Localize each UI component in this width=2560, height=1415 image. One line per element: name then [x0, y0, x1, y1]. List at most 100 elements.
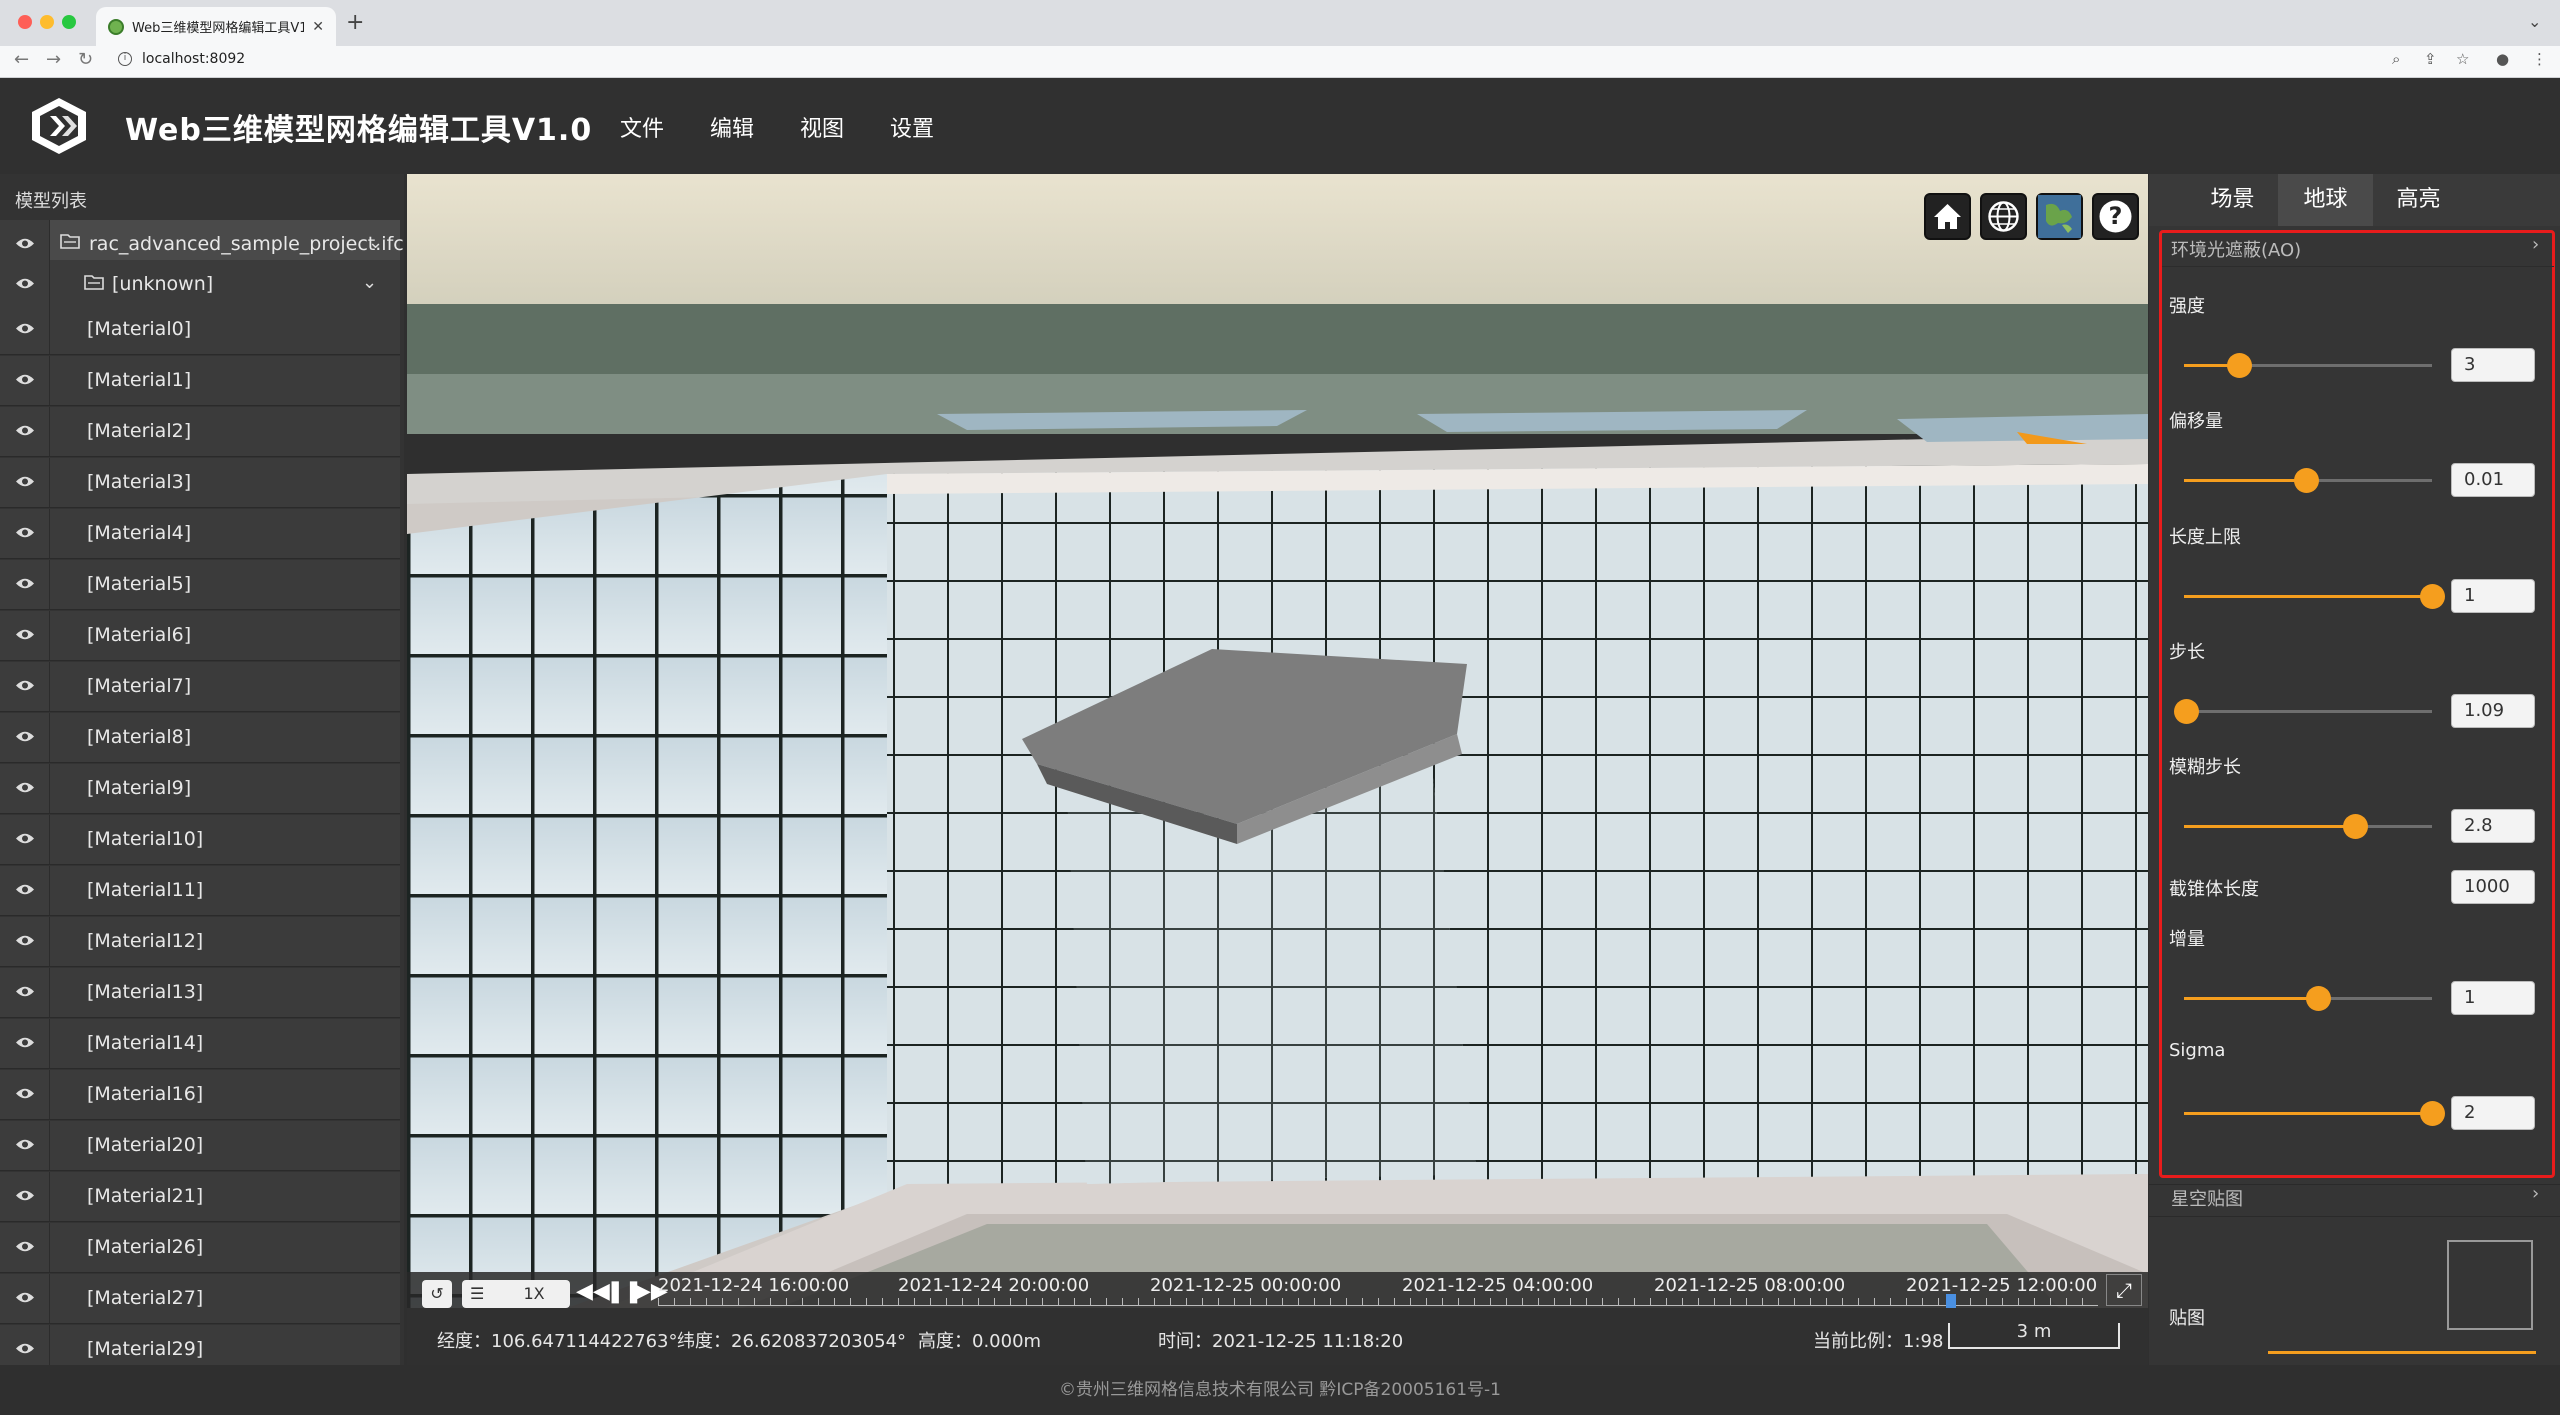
material-row[interactable]: [Material16] — [0, 1070, 400, 1120]
speed-selector[interactable]: ☰ 1X — [462, 1280, 570, 1308]
minimize-window-button[interactable] — [40, 15, 54, 29]
menu-view[interactable]: 视图 — [800, 111, 844, 143]
visibility-toggle[interactable] — [0, 458, 50, 507]
home-button[interactable] — [1924, 193, 1971, 240]
slider-track[interactable] — [2184, 468, 2432, 493]
3d-viewport[interactable] — [407, 174, 2148, 1365]
visibility-toggle[interactable] — [0, 611, 50, 660]
visibility-toggle[interactable] — [0, 407, 50, 456]
profile-icon[interactable]: ● — [2496, 50, 2509, 68]
ao-section-header[interactable]: 环境光遮蔽(AO) — [2171, 236, 2301, 262]
material-row[interactable]: [Material20] — [0, 1121, 400, 1171]
material-row[interactable]: [Material2] — [0, 407, 400, 457]
slider-handle[interactable] — [2174, 699, 2199, 724]
visibility-toggle[interactable] — [0, 764, 50, 813]
slider-value-input[interactable]: 1 — [2451, 579, 2535, 613]
material-row[interactable]: [Material21] — [0, 1172, 400, 1222]
material-row[interactable]: [Material13] — [0, 968, 400, 1018]
back-icon[interactable]: ← — [14, 49, 29, 70]
tab-scene[interactable]: 场景 — [2185, 174, 2280, 226]
visibility-toggle[interactable] — [0, 662, 50, 711]
basemap-button[interactable] — [2036, 193, 2083, 240]
material-row[interactable]: [Material0] — [0, 305, 400, 355]
url-field[interactable]: i localhost:8092 — [118, 51, 245, 67]
material-row[interactable]: [Material4] — [0, 509, 400, 559]
visibility-toggle[interactable] — [0, 815, 50, 864]
visibility-toggle[interactable] — [0, 356, 50, 405]
visibility-toggle[interactable] — [0, 917, 50, 966]
slider-handle[interactable] — [2294, 468, 2319, 493]
visibility-toggle[interactable] — [0, 1172, 50, 1221]
visibility-toggle[interactable] — [0, 1121, 50, 1170]
material-row[interactable]: [Material5] — [0, 560, 400, 610]
bookmark-star-icon[interactable]: ☆ — [2456, 50, 2469, 68]
chevron-right-icon[interactable]: › — [2532, 234, 2539, 255]
slider-track[interactable] — [2184, 1101, 2445, 1126]
slider-value-input[interactable]: 1.09 — [2451, 694, 2535, 728]
slider-track[interactable] — [2184, 353, 2432, 378]
slider-value-input[interactable]: 3 — [2451, 348, 2535, 382]
slider-value-input[interactable]: 2.8 — [2451, 809, 2535, 843]
visibility-toggle[interactable] — [0, 1019, 50, 1068]
skybox-section-header[interactable]: 星空贴图 — [2171, 1185, 2243, 1211]
slider-handle[interactable] — [2306, 986, 2331, 1011]
globe-button[interactable] — [1980, 193, 2027, 240]
forward-icon[interactable]: → — [46, 49, 61, 70]
site-info-icon[interactable]: i — [118, 52, 132, 66]
menu-edit[interactable]: 编辑 — [710, 111, 754, 143]
slider-value-input[interactable]: 0.01 — [2451, 463, 2535, 497]
menu-settings[interactable]: 设置 — [890, 111, 934, 143]
material-row[interactable]: [Material7] — [0, 662, 400, 712]
material-row[interactable]: [Material8] — [0, 713, 400, 763]
slider-track[interactable] — [2184, 814, 2432, 839]
close-tab-icon[interactable]: ✕ — [312, 19, 324, 35]
slider-track[interactable] — [2184, 584, 2445, 609]
material-row[interactable]: [Material3] — [0, 458, 400, 508]
new-tab-button[interactable]: + — [346, 10, 364, 35]
slider-track[interactable] — [2174, 699, 2432, 724]
slider-handle[interactable] — [2227, 353, 2252, 378]
slider-handle[interactable] — [2420, 584, 2445, 609]
tab-highlight[interactable]: 高亮 — [2371, 174, 2466, 226]
share-icon[interactable]: ⇪ — [2424, 50, 2437, 68]
visibility-toggle[interactable] — [0, 1070, 50, 1119]
slider-track[interactable] — [2184, 986, 2432, 1011]
material-row[interactable]: [Material6] — [0, 611, 400, 661]
reset-time-button[interactable]: ↺ — [422, 1280, 452, 1308]
visibility-toggle[interactable] — [0, 713, 50, 762]
close-window-button[interactable] — [18, 15, 32, 29]
reload-icon[interactable]: ↻ — [78, 49, 93, 70]
visibility-toggle[interactable] — [0, 305, 50, 354]
slider-handle[interactable] — [2343, 814, 2368, 839]
tab-search-icon[interactable]: ⌄ — [2528, 12, 2541, 31]
material-row[interactable]: [Material1] — [0, 356, 400, 406]
material-row[interactable]: [Material12] — [0, 917, 400, 967]
chevron-down-icon[interactable]: ⌄ — [368, 232, 383, 253]
material-row[interactable]: [Material26] — [0, 1223, 400, 1273]
zoom-icon[interactable]: ⌕ — [2392, 50, 2400, 68]
chevron-down-icon[interactable]: ⌄ — [362, 272, 377, 293]
material-row[interactable]: [Material14] — [0, 1019, 400, 1069]
menu-file[interactable]: 文件 — [620, 111, 664, 143]
material-row[interactable]: [Material27] — [0, 1274, 400, 1324]
rewind-icon[interactable]: ◀◀ — [576, 1279, 610, 1304]
visibility-toggle[interactable] — [0, 260, 50, 309]
browser-menu-icon[interactable]: ⋮ — [2532, 50, 2547, 68]
slider-value-input[interactable]: 1 — [2451, 981, 2535, 1015]
tree-group-row[interactable]: [unknown] ⌄ — [0, 260, 400, 310]
frustum-length-input[interactable]: 1000 — [2451, 870, 2535, 904]
visibility-toggle[interactable] — [0, 968, 50, 1017]
texture-slot[interactable] — [2447, 1240, 2533, 1330]
chevron-right-icon[interactable]: › — [2532, 1183, 2539, 1204]
material-row[interactable]: [Material10] — [0, 815, 400, 865]
material-row[interactable]: [Material9] — [0, 764, 400, 814]
fullscreen-icon[interactable]: ⤢ — [2106, 1274, 2142, 1306]
slider-value-input[interactable]: 2 — [2451, 1096, 2535, 1130]
slider-handle[interactable] — [2420, 1101, 2445, 1126]
material-row[interactable]: [Material11] — [0, 866, 400, 916]
visibility-toggle[interactable] — [0, 509, 50, 558]
visibility-toggle[interactable] — [0, 866, 50, 915]
help-button[interactable]: ? — [2092, 193, 2139, 240]
maximize-window-button[interactable] — [62, 15, 76, 29]
tab-earth[interactable]: 地球 — [2278, 174, 2373, 226]
